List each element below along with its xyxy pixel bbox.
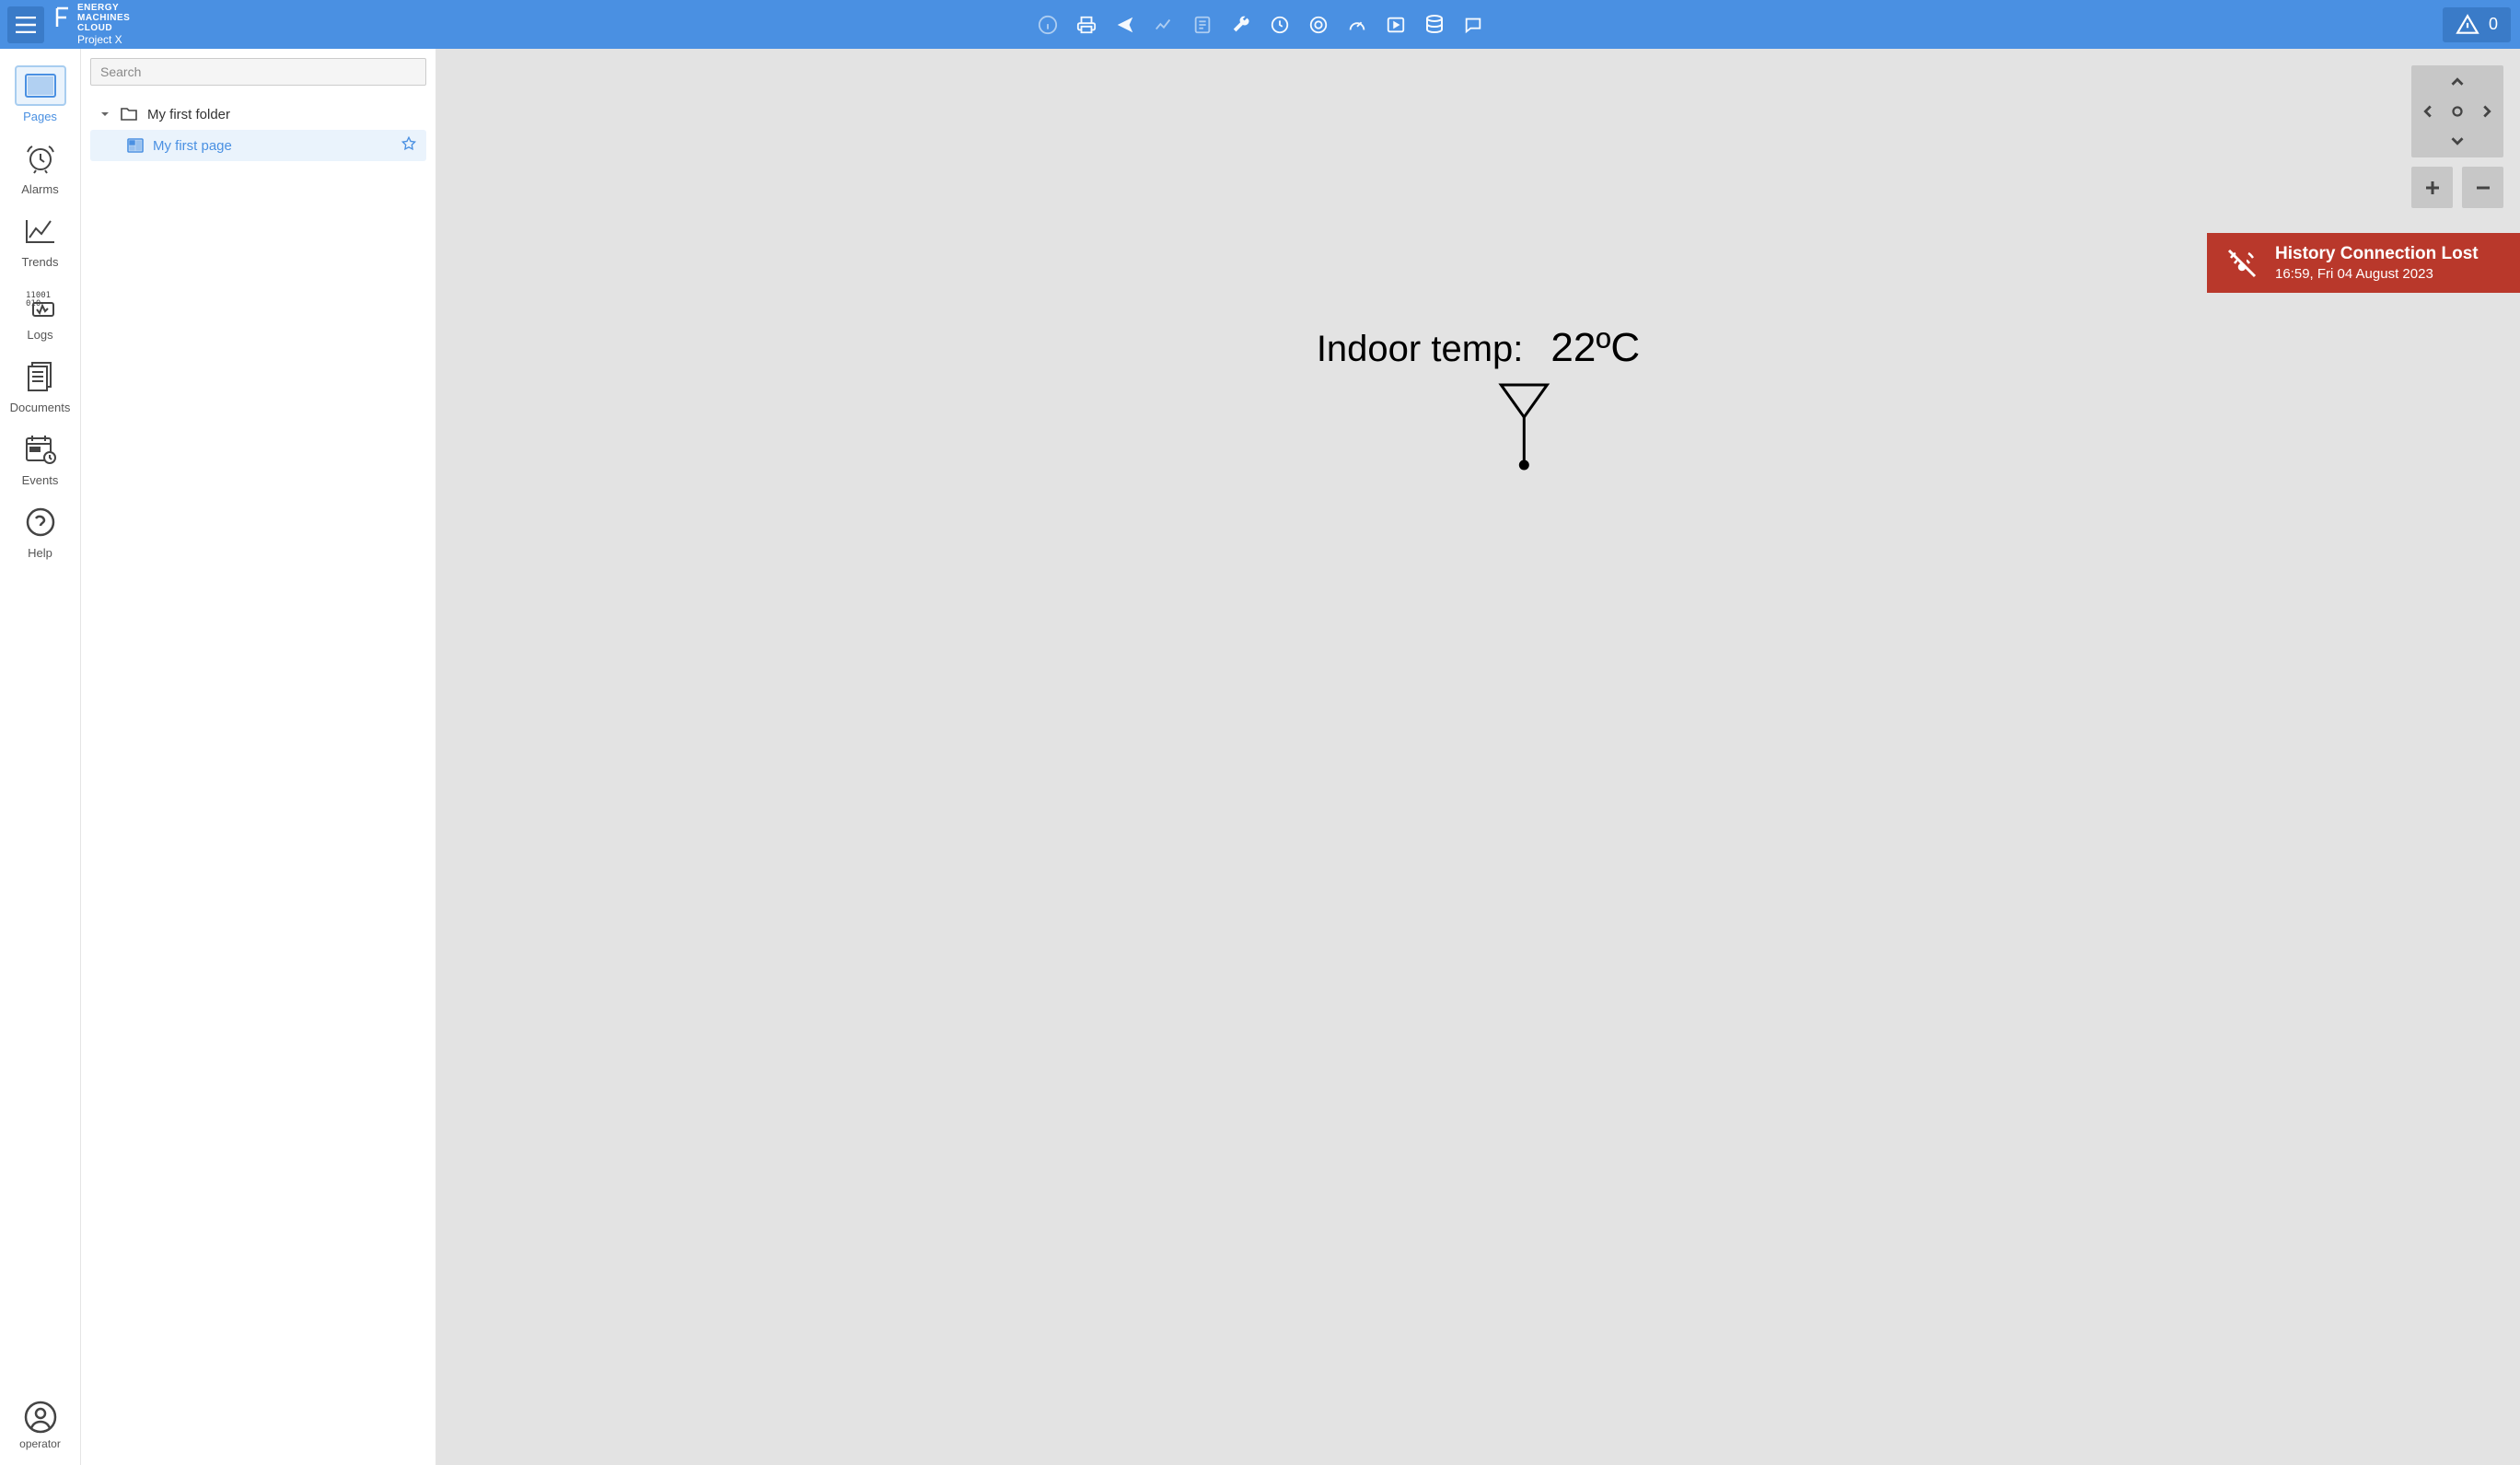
tree: My first folder My first page [90,99,426,161]
events-icon [24,434,57,465]
warning-icon [2456,13,2479,37]
side-rail: Pages Alarms Trends 11001010 Logs Docume… [0,49,81,1465]
search-input[interactable] [90,58,426,86]
expand-caret-icon[interactable] [99,109,110,120]
hamburger-menu-button[interactable] [7,6,44,43]
rail-label-documents: Documents [10,401,71,414]
tree-folder-label: My first folder [147,107,230,122]
reading-value: 22ºC [1550,325,1640,371]
favorite-star-icon[interactable] [401,135,417,156]
pages-icon [25,74,56,98]
share-icon[interactable] [1114,14,1136,36]
rail-label-events: Events [22,473,59,487]
brand-block: ENERGY MACHINES CLOUD Project X [55,3,130,46]
tree-page-label: My first page [153,138,232,154]
toast-title: History Connection Lost [2275,244,2479,264]
pan-up-button[interactable] [2445,69,2470,95]
nav-pad [2411,65,2503,208]
clock-icon[interactable] [1269,14,1291,36]
tree-panel: My first folder My first page [81,49,436,1465]
toast-subtitle: 16:59, Fri 04 August 2023 [2275,266,2479,282]
pan-left-button[interactable] [2415,99,2441,124]
brand-line1: ENERGY [77,3,130,13]
logs-icon: 11001010 [24,288,57,320]
rail-label-trends: Trends [22,255,59,269]
signal-lost-icon [2224,245,2260,282]
alert-count: 0 [2489,15,2498,34]
zoom-in-button[interactable] [2411,167,2453,208]
print-icon[interactable] [1075,14,1097,36]
rail-item-trends[interactable]: Trends [6,202,75,274]
page-icon [127,138,144,153]
rail-label-alarms: Alarms [21,182,58,196]
canvas[interactable]: History Connection Lost 16:59, Fri 04 Au… [436,49,2520,1465]
trends-icon[interactable] [1153,14,1175,36]
help-icon [25,506,56,538]
rail-user-label: operator [19,1437,61,1450]
reading-block: Indoor temp: 22ºC [1317,325,1640,472]
rail-item-help[interactable]: Help [6,493,75,565]
pan-down-button[interactable] [2445,128,2470,154]
rail-item-events[interactable]: Events [6,420,75,493]
alarm-icon [24,143,57,174]
rail-label-logs: Logs [27,328,52,342]
rail-label-help: Help [28,546,52,560]
rail-user[interactable]: operator [6,1391,75,1465]
chat-icon[interactable] [1462,14,1484,36]
connection-lost-toast: History Connection Lost 16:59, Fri 04 Au… [2207,233,2520,293]
rail-item-documents[interactable]: Documents [6,347,75,420]
gauge-icon[interactable] [1346,14,1368,36]
rail-item-pages[interactable]: Pages [6,56,75,129]
database-icon[interactable] [1423,14,1446,36]
brand-logo-icon [55,6,72,29]
tree-folder-row[interactable]: My first folder [90,99,426,130]
target-icon[interactable] [1307,14,1330,36]
tree-page-row[interactable]: My first page [90,130,426,161]
trends-rail-icon [24,217,57,245]
brand-line3: CLOUD [77,23,130,33]
rail-item-alarms[interactable]: Alarms [6,129,75,202]
sensor-symbol-icon [1497,380,1552,472]
wrench-icon[interactable] [1230,14,1252,36]
project-name: Project X [77,34,130,46]
reading-label: Indoor temp: [1317,329,1524,370]
alert-badge[interactable]: 0 [2443,7,2511,42]
rail-item-logs[interactable]: 11001010 Logs [6,274,75,347]
pan-cluster [2411,65,2503,157]
notes-icon[interactable] [1191,14,1214,36]
user-icon [24,1401,57,1434]
zoom-out-button[interactable] [2462,167,2503,208]
header-bar: ENERGY MACHINES CLOUD Project X 0 [0,0,2520,49]
pan-right-button[interactable] [2474,99,2500,124]
rail-label-pages: Pages [23,110,57,123]
folder-icon [120,106,138,122]
documents-icon [26,361,55,392]
hamburger-icon [16,17,36,33]
brand-line2: MACHINES [77,13,130,23]
info-icon[interactable] [1037,14,1059,36]
top-toolbar [1037,14,1484,36]
play-icon[interactable] [1385,14,1407,36]
pan-center-button[interactable] [2445,99,2470,124]
